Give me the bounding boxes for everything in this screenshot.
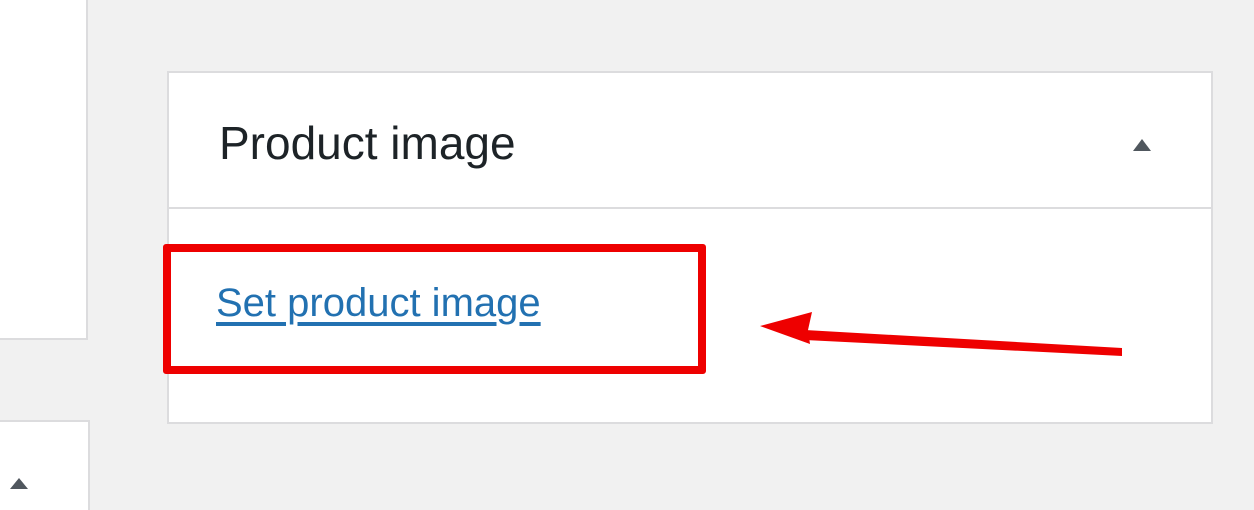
arrow-head [760,312,812,344]
arrow-shaft [805,330,1122,356]
toggle-panel-button[interactable] [1119,125,1169,165]
main-content-panel [0,0,88,340]
triangle-up-icon [1133,139,1151,151]
panel-toggle-icon[interactable] [10,478,28,489]
secondary-content-panel [0,420,90,510]
annotation-arrow-left-icon [760,312,1122,356]
annotation-highlight-box [163,244,706,374]
postbox-header: Product image [169,73,1211,209]
postbox-title: Product image [219,117,516,169]
